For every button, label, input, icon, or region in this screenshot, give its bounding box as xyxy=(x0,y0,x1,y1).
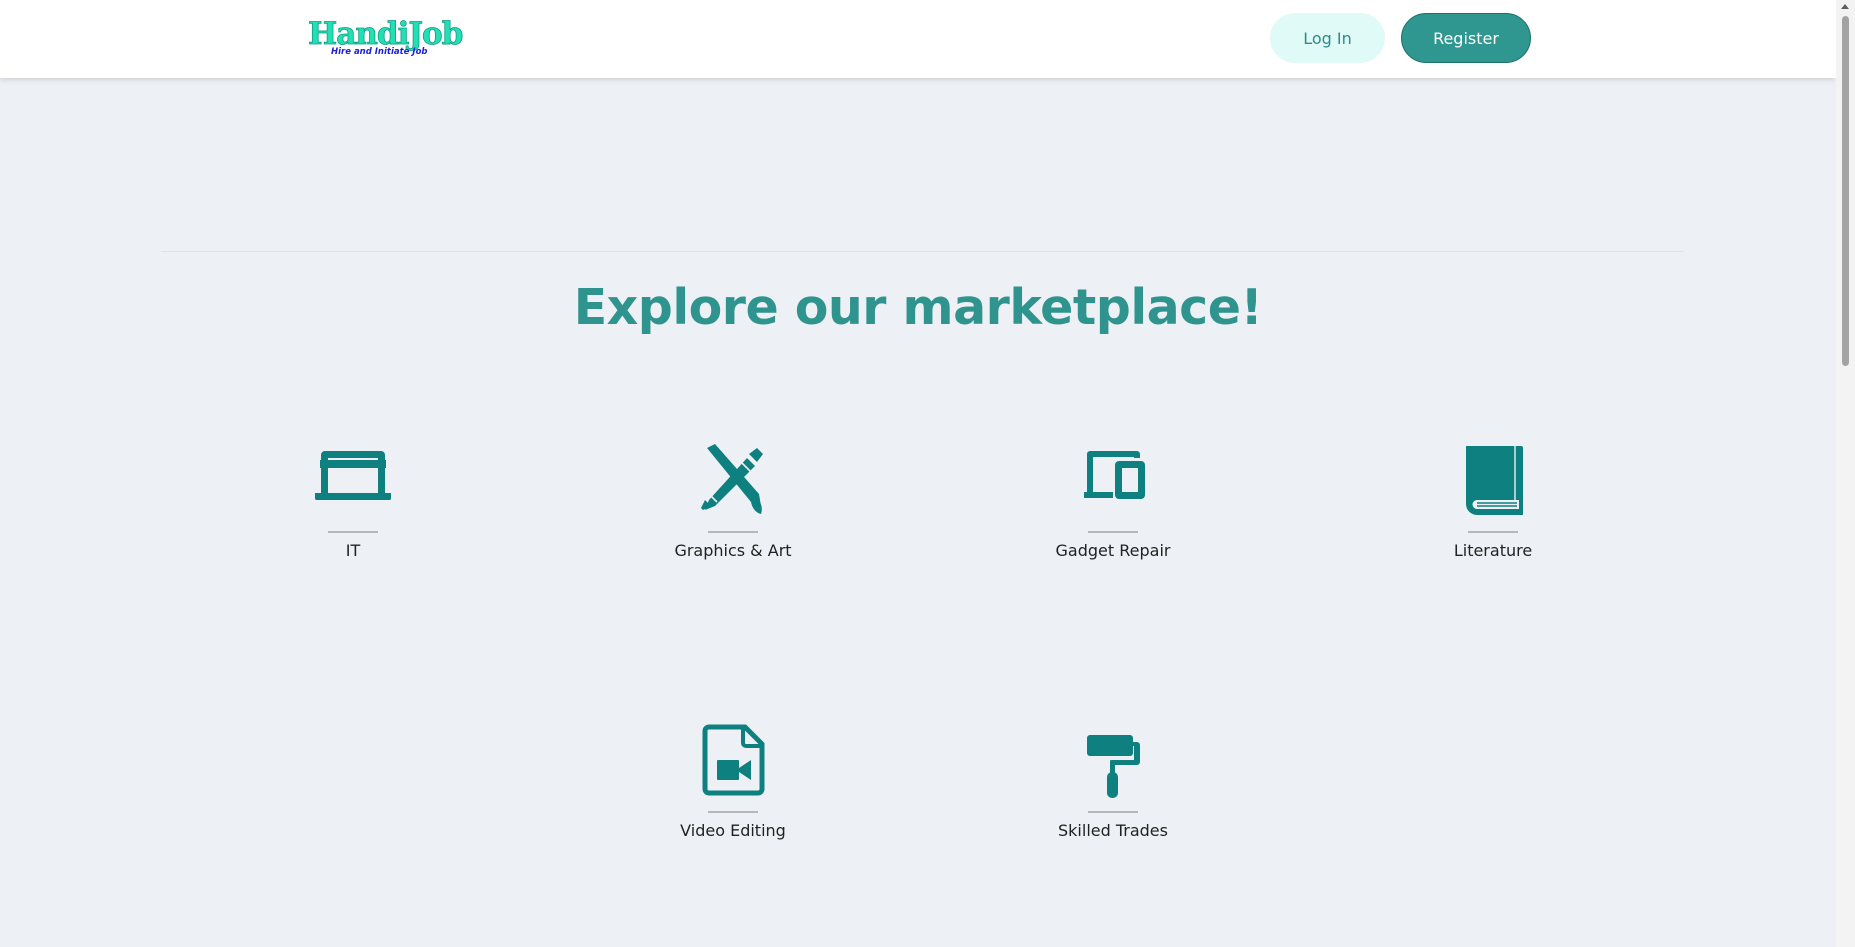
book-icon xyxy=(1453,440,1533,520)
category-literature[interactable]: Literature xyxy=(1383,440,1603,580)
category-label: IT xyxy=(345,541,361,560)
pencil-brush-icon xyxy=(693,440,773,520)
logo-tagline: Hire and Initiate Job xyxy=(331,47,428,57)
category-rule xyxy=(1468,531,1518,533)
category-rule xyxy=(1088,531,1138,533)
category-skilled-trades[interactable]: Skilled Trades xyxy=(1003,720,1223,860)
category-label: Video Editing xyxy=(680,821,786,840)
category-label: Gadget Repair xyxy=(1055,541,1171,560)
category-video-editing[interactable]: Video Editing xyxy=(623,720,843,860)
category-it[interactable]: IT xyxy=(243,440,463,580)
category-gadget-repair[interactable]: Gadget Repair xyxy=(1003,440,1223,580)
section-divider xyxy=(161,251,1684,252)
category-rule xyxy=(1088,811,1138,813)
category-label: Literature xyxy=(1453,541,1533,560)
scroll-up-icon[interactable] xyxy=(1841,4,1849,9)
scroll-thumb[interactable] xyxy=(1842,16,1849,366)
category-label: Skilled Trades xyxy=(1058,821,1168,840)
category-label: Graphics & Art xyxy=(674,541,792,560)
logo[interactable]: HandiJob Hire and Initiate Job xyxy=(308,16,464,62)
page-title: Explore our marketplace! xyxy=(573,279,1263,336)
category-rule xyxy=(328,531,378,533)
paint-roller-icon xyxy=(1073,720,1153,800)
site-header: HandiJob Hire and Initiate Job Log In Re… xyxy=(0,0,1836,78)
category-graphics-art[interactable]: Graphics & Art xyxy=(623,440,843,580)
login-button[interactable]: Log In xyxy=(1270,13,1385,63)
category-rule xyxy=(708,531,758,533)
category-rule xyxy=(708,811,758,813)
page-scrollbar[interactable] xyxy=(1836,0,1855,947)
laptop-icon xyxy=(313,440,393,520)
register-button[interactable]: Register xyxy=(1401,13,1531,63)
laptop-phone-icon xyxy=(1073,440,1153,520)
video-file-icon xyxy=(693,720,773,800)
